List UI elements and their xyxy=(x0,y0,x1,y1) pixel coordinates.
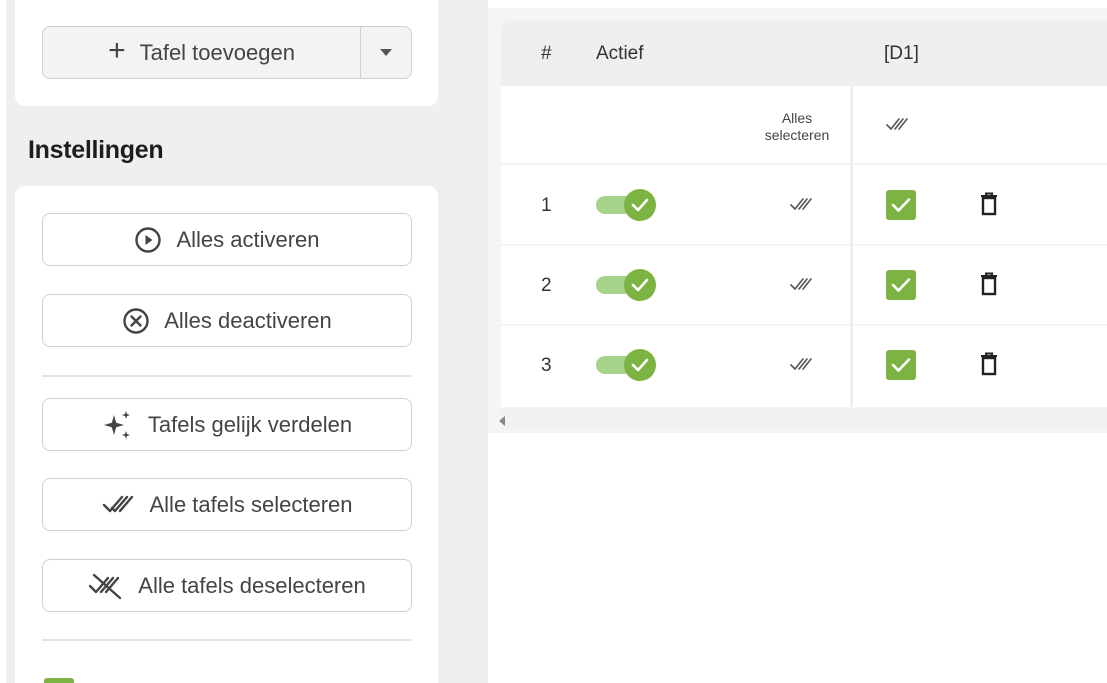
header-number: # xyxy=(541,43,552,64)
d1-checkbox[interactable] xyxy=(886,270,916,300)
active-toggle[interactable] xyxy=(596,269,658,301)
select-row-icon[interactable] xyxy=(790,357,816,373)
active-toggle[interactable] xyxy=(596,189,658,221)
select-column-d1-icon[interactable] xyxy=(886,117,912,133)
table-header xyxy=(501,20,1107,86)
select-all-label-line2: selecteren xyxy=(764,127,830,143)
row-number: 2 xyxy=(541,275,552,296)
deactivate-all-button[interactable]: Alles deactiveren xyxy=(42,294,412,347)
header-d1: [D1] xyxy=(884,43,919,64)
deselect-all-tables-button[interactable]: Alle tafels deselecteren xyxy=(42,559,412,612)
scroll-left-arrow-icon[interactable] xyxy=(499,416,505,426)
select-all-label-line1: Alles xyxy=(781,110,813,126)
horizontal-scrollbar[interactable] xyxy=(501,408,1107,430)
activate-all-label: Alles activeren xyxy=(176,226,320,252)
d1-checkbox[interactable] xyxy=(886,350,916,380)
remove-done-icon xyxy=(89,573,122,599)
select-all-tables-label: Alle tafels selecteren xyxy=(149,491,353,517)
caret-down-icon xyxy=(380,49,392,56)
d1-checkbox[interactable] xyxy=(886,190,916,220)
activate-all-button[interactable]: Alles activeren xyxy=(42,213,412,266)
settings-divider xyxy=(42,375,412,377)
check-icon xyxy=(624,269,656,301)
delete-icon[interactable] xyxy=(980,272,998,296)
check-icon xyxy=(624,189,656,221)
partial-checkbox[interactable] xyxy=(44,678,74,683)
cancel-circle-icon xyxy=(123,307,149,334)
active-toggle[interactable] xyxy=(596,349,658,381)
row-number: 3 xyxy=(541,355,552,376)
settings-title: Instellingen xyxy=(28,136,164,164)
add-table-split-button: + Tafel toevoegen xyxy=(42,26,412,79)
select-row-icon[interactable] xyxy=(790,277,816,293)
settings-divider-2 xyxy=(42,639,412,641)
select-all-column-label[interactable]: Alles selecteren xyxy=(755,110,839,144)
add-table-dropdown-button[interactable] xyxy=(360,27,411,78)
double-check-icon xyxy=(102,495,133,512)
delete-icon[interactable] xyxy=(980,192,998,216)
distribute-tables-button[interactable]: Tafels gelijk verdelen xyxy=(42,398,412,451)
column-divider xyxy=(850,86,853,407)
select-all-tables-button[interactable]: Alle tafels selecteren xyxy=(42,478,412,531)
plus-icon: + xyxy=(108,34,126,67)
deselect-all-tables-label: Alle tafels deselecteren xyxy=(138,572,366,598)
distribute-tables-label: Tafels gelijk verdelen xyxy=(147,411,353,437)
play-circle-icon xyxy=(135,226,162,253)
row-number: 1 xyxy=(541,195,552,216)
header-active: Actief xyxy=(596,43,644,64)
select-row-icon[interactable] xyxy=(790,197,816,213)
deactivate-all-label: Alles deactiveren xyxy=(164,307,332,333)
delete-icon[interactable] xyxy=(980,352,998,376)
check-icon xyxy=(624,349,656,381)
sparkle-icon xyxy=(103,410,130,439)
add-table-label: Tafel toevoegen xyxy=(139,39,295,65)
add-table-button[interactable]: + Tafel toevoegen xyxy=(43,27,360,78)
